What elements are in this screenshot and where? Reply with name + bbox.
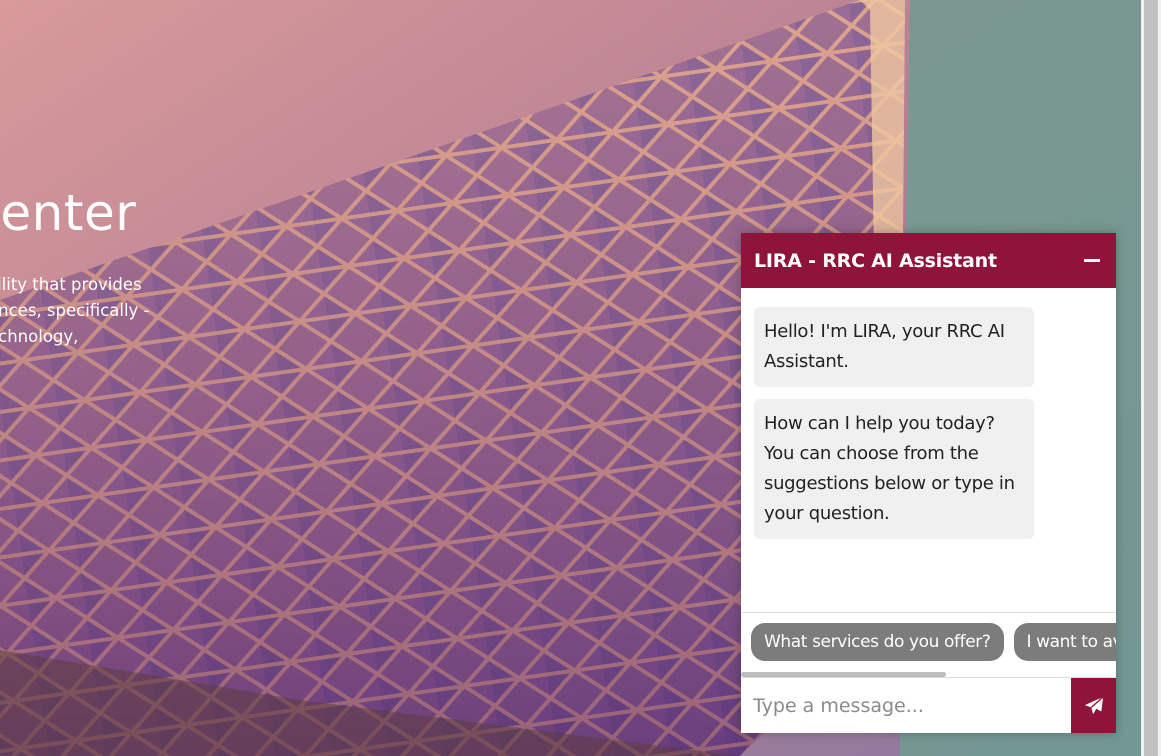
chat-input-row	[741, 677, 1116, 733]
minus-icon	[1084, 259, 1100, 262]
chat-widget: LIRA - RRC AI Assistant Hello! I'm LIRA,…	[741, 233, 1116, 733]
hero-desc-line: echnology,	[0, 327, 79, 346]
hero-description: cility that provides ences, specifically…	[0, 272, 150, 350]
hero-title: Center	[0, 184, 137, 242]
message-input[interactable]	[741, 678, 1071, 733]
page-scrollbar-thumb[interactable]	[1144, 0, 1158, 756]
chat-header: LIRA - RRC AI Assistant	[741, 233, 1116, 288]
bot-message: Hello! I'm LIRA, your RRC AI Assistant.	[754, 307, 1034, 387]
send-button[interactable]	[1071, 678, 1116, 733]
hero-desc-line: cility that provides	[0, 275, 142, 294]
suggestion-chip-avail[interactable]: I want to avail	[1013, 623, 1116, 661]
bot-message: How can I help you today? You can choose…	[754, 399, 1034, 539]
suggestion-bar: What services do you offer? I want to av…	[741, 612, 1116, 677]
message-list: Hello! I'm LIRA, your RRC AI Assistant. …	[741, 288, 1116, 612]
suggestion-scrollbar[interactable]	[741, 672, 946, 677]
hero-desc-line: ences, specifically -	[0, 301, 150, 320]
paper-plane-icon	[1084, 696, 1104, 715]
suggestion-chip-services[interactable]: What services do you offer?	[751, 623, 1004, 661]
minimize-button[interactable]	[1081, 250, 1103, 272]
page-scrollbar[interactable]	[1141, 0, 1161, 756]
chat-title: LIRA - RRC AI Assistant	[754, 249, 997, 272]
